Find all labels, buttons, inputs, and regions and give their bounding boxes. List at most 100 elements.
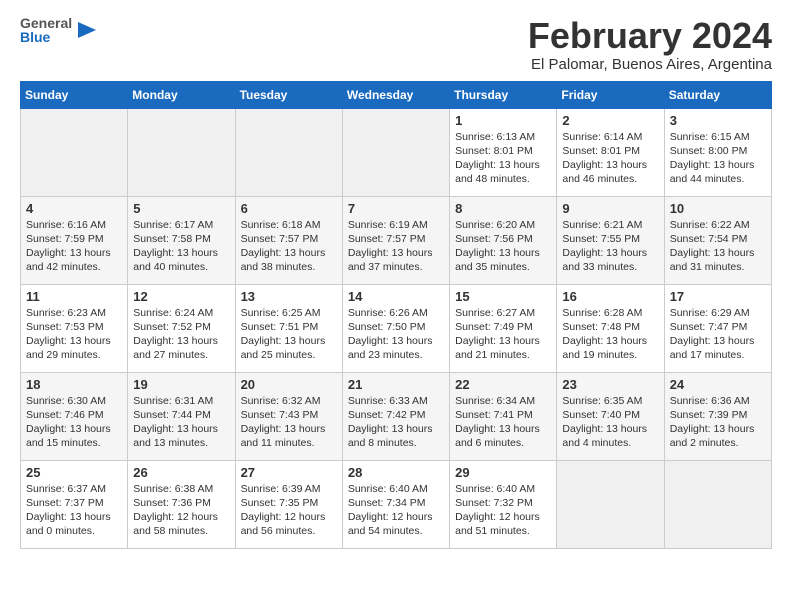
day-detail: Sunrise: 6:23 AMSunset: 7:53 PMDaylight:… (26, 306, 122, 363)
day-number: 5 (133, 201, 229, 216)
calendar-cell: 8 Sunrise: 6:20 AMSunset: 7:56 PMDaylight… (450, 196, 557, 284)
day-detail: Sunrise: 6:15 AMSunset: 8:00 PMDaylight:… (670, 130, 766, 187)
week-row-1: 1 Sunrise: 6:13 AMSunset: 8:01 PMDaylight… (21, 108, 772, 196)
day-number: 8 (455, 201, 551, 216)
calendar-cell: 19Sunrise: 6:31 AMSunset: 7:44 PMDayligh… (128, 372, 235, 460)
day-detail: Sunrise: 6:31 AMSunset: 7:44 PMDaylight:… (133, 394, 229, 451)
calendar-cell: 18Sunrise: 6:30 AMSunset: 7:46 PMDayligh… (21, 372, 128, 460)
day-number: 2 (562, 113, 658, 128)
day-number: 17 (670, 289, 766, 304)
day-detail: Sunrise: 6:29 AMSunset: 7:47 PMDaylight:… (670, 306, 766, 363)
calendar-cell: 11 Sunrise: 6:23 AMSunset: 7:53 PMDayligh… (21, 284, 128, 372)
calendar-cell: 14Sunrise: 6:26 AMSunset: 7:50 PMDayligh… (342, 284, 449, 372)
day-number: 10 (670, 201, 766, 216)
calendar-cell (342, 108, 449, 196)
calendar-cell: 13 Sunrise: 6:25 AMSunset: 7:51 PMDayligh… (235, 284, 342, 372)
day-number: 7 (348, 201, 444, 216)
day-number: 29 (455, 465, 551, 480)
header-tuesday: Tuesday (235, 81, 342, 108)
day-detail: Sunrise: 6:34 AMSunset: 7:41 PMDaylight:… (455, 394, 551, 451)
page-subtitle: El Palomar, Buenos Aires, Argentina (528, 56, 772, 73)
day-detail: Sunrise: 6:39 AMSunset: 7:35 PMDaylight:… (241, 482, 337, 539)
calendar-cell (21, 108, 128, 196)
header-row: SundayMondayTuesdayWednesdayThursdayFrid… (21, 81, 772, 108)
calendar-cell: 21 Sunrise: 6:33 AMSunset: 7:42 PMDayligh… (342, 372, 449, 460)
calendar-cell (235, 108, 342, 196)
calendar-cell: 22 Sunrise: 6:34 AMSunset: 7:41 PMDayligh… (450, 372, 557, 460)
day-number: 23 (562, 377, 658, 392)
day-detail: Sunrise: 6:35 AMSunset: 7:40 PMDaylight:… (562, 394, 658, 451)
day-detail: Sunrise: 6:32 AMSunset: 7:43 PMDaylight:… (241, 394, 337, 451)
page-title: February 2024 (528, 16, 772, 56)
day-number: 18 (26, 377, 122, 392)
calendar-cell: 9 Sunrise: 6:21 AMSunset: 7:55 PMDaylight… (557, 196, 664, 284)
calendar-cell (128, 108, 235, 196)
header-sunday: Sunday (21, 81, 128, 108)
header: General Blue February 2024 El Palomar, B… (20, 16, 772, 73)
day-number: 1 (455, 113, 551, 128)
calendar-cell: 1 Sunrise: 6:13 AMSunset: 8:01 PMDaylight… (450, 108, 557, 196)
calendar-cell: 5Sunrise: 6:17 AMSunset: 7:58 PMDaylight… (128, 196, 235, 284)
calendar-body: 1 Sunrise: 6:13 AMSunset: 8:01 PMDaylight… (21, 108, 772, 548)
day-detail: Sunrise: 6:36 AMSunset: 7:39 PMDaylight:… (670, 394, 766, 451)
day-number: 4 (26, 201, 122, 216)
day-number: 11 (26, 289, 122, 304)
day-number: 12 (133, 289, 229, 304)
day-detail: Sunrise: 6:40 AMSunset: 7:32 PMDaylight:… (455, 482, 551, 539)
logo-triangle-icon (74, 18, 98, 42)
calendar-cell: 25Sunrise: 6:37 AMSunset: 7:37 PMDayligh… (21, 460, 128, 548)
calendar-cell: 3 Sunrise: 6:15 AMSunset: 8:00 PMDaylight… (664, 108, 771, 196)
day-number: 20 (241, 377, 337, 392)
calendar-cell: 26Sunrise: 6:38 AMSunset: 7:36 PMDayligh… (128, 460, 235, 548)
day-detail: Sunrise: 6:24 AMSunset: 7:52 PMDaylight:… (133, 306, 229, 363)
day-detail: Sunrise: 6:20 AMSunset: 7:56 PMDaylight:… (455, 218, 551, 275)
day-number: 28 (348, 465, 444, 480)
header-monday: Monday (128, 81, 235, 108)
calendar-table: SundayMondayTuesdayWednesdayThursdayFrid… (20, 81, 772, 549)
day-detail: Sunrise: 6:21 AMSunset: 7:55 PMDaylight:… (562, 218, 658, 275)
calendar-header: SundayMondayTuesdayWednesdayThursdayFrid… (21, 81, 772, 108)
day-detail: Sunrise: 6:18 AMSunset: 7:57 PMDaylight:… (241, 218, 337, 275)
calendar-cell: 20 Sunrise: 6:32 AMSunset: 7:43 PMDayligh… (235, 372, 342, 460)
day-number: 24 (670, 377, 766, 392)
day-detail: Sunrise: 6:19 AMSunset: 7:57 PMDaylight:… (348, 218, 444, 275)
day-number: 21 (348, 377, 444, 392)
day-detail: Sunrise: 6:16 AMSunset: 7:59 PMDaylight:… (26, 218, 122, 275)
calendar-cell: 17 Sunrise: 6:29 AMSunset: 7:47 PMDayligh… (664, 284, 771, 372)
day-number: 27 (241, 465, 337, 480)
week-row-2: 4 Sunrise: 6:16 AMSunset: 7:59 PMDaylight… (21, 196, 772, 284)
day-detail: Sunrise: 6:37 AMSunset: 7:37 PMDaylight:… (26, 482, 122, 539)
day-detail: Sunrise: 6:13 AMSunset: 8:01 PMDaylight:… (455, 130, 551, 187)
calendar-cell: 2Sunrise: 6:14 AMSunset: 8:01 PMDaylight… (557, 108, 664, 196)
calendar-cell: 10Sunrise: 6:22 AMSunset: 7:54 PMDayligh… (664, 196, 771, 284)
logo: General Blue (20, 16, 98, 44)
calendar-cell: 15Sunrise: 6:27 AMSunset: 7:49 PMDayligh… (450, 284, 557, 372)
calendar-cell: 7 Sunrise: 6:19 AMSunset: 7:57 PMDaylight… (342, 196, 449, 284)
day-detail: Sunrise: 6:25 AMSunset: 7:51 PMDaylight:… (241, 306, 337, 363)
day-number: 22 (455, 377, 551, 392)
day-detail: Sunrise: 6:40 AMSunset: 7:34 PMDaylight:… (348, 482, 444, 539)
day-number: 3 (670, 113, 766, 128)
calendar-cell (664, 460, 771, 548)
calendar-cell: 16Sunrise: 6:28 AMSunset: 7:48 PMDayligh… (557, 284, 664, 372)
calendar-cell: 29 Sunrise: 6:40 AMSunset: 7:32 PMDayligh… (450, 460, 557, 548)
calendar-cell: 12 Sunrise: 6:24 AMSunset: 7:52 PMDayligh… (128, 284, 235, 372)
calendar-cell (557, 460, 664, 548)
header-wednesday: Wednesday (342, 81, 449, 108)
day-detail: Sunrise: 6:27 AMSunset: 7:49 PMDaylight:… (455, 306, 551, 363)
header-saturday: Saturday (664, 81, 771, 108)
week-row-5: 25Sunrise: 6:37 AMSunset: 7:37 PMDayligh… (21, 460, 772, 548)
week-row-3: 11 Sunrise: 6:23 AMSunset: 7:53 PMDayligh… (21, 284, 772, 372)
calendar-cell: 28 Sunrise: 6:40 AMSunset: 7:34 PMDayligh… (342, 460, 449, 548)
calendar-cell: 24 Sunrise: 6:36 AMSunset: 7:39 PMDayligh… (664, 372, 771, 460)
day-number: 6 (241, 201, 337, 216)
day-number: 13 (241, 289, 337, 304)
calendar-cell: 23 Sunrise: 6:35 AMSunset: 7:40 PMDayligh… (557, 372, 664, 460)
day-detail: Sunrise: 6:33 AMSunset: 7:42 PMDaylight:… (348, 394, 444, 451)
calendar-cell: 6 Sunrise: 6:18 AMSunset: 7:57 PMDaylight… (235, 196, 342, 284)
calendar-cell: 4 Sunrise: 6:16 AMSunset: 7:59 PMDaylight… (21, 196, 128, 284)
day-number: 9 (562, 201, 658, 216)
calendar-cell: 27 Sunrise: 6:39 AMSunset: 7:35 PMDayligh… (235, 460, 342, 548)
day-number: 14 (348, 289, 444, 304)
logo-general: General (20, 16, 72, 30)
